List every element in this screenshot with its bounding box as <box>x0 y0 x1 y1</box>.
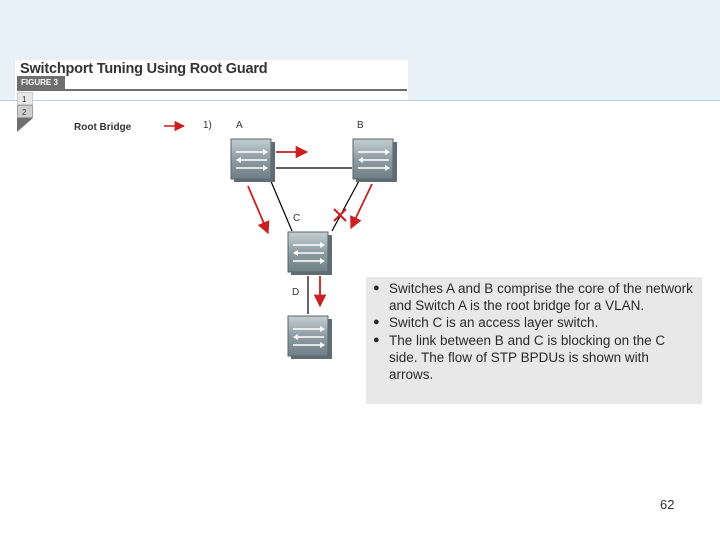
network-diagram: Root Bridge 1) A B C D <box>74 120 398 360</box>
switch-b-label: B <box>357 120 364 131</box>
switch-d-label: D <box>292 287 299 298</box>
switch-c-label: C <box>293 213 300 224</box>
note-item: ● The link between B and C is blocking on… <box>373 332 696 384</box>
switch-c-icon <box>287 231 333 276</box>
switch-a-label: A <box>236 120 243 131</box>
note-item: ● Switch C is an access layer switch. <box>373 314 696 331</box>
bullet-icon: ● <box>373 316 380 329</box>
blocked-port-x-icon <box>333 208 347 222</box>
switch-a-icon <box>230 138 276 183</box>
step-label: 1) <box>203 120 212 131</box>
link-a-c <box>269 178 293 232</box>
note-text: Switch C is an access layer switch. <box>389 315 599 331</box>
note-text: The link between B and C is blocking on … <box>389 332 666 383</box>
note-item: ● Switches A and B comprise the core of t… <box>373 280 696 314</box>
page-number: 62 <box>660 497 675 512</box>
switch-b-icon <box>352 138 398 183</box>
bullet-icon: ● <box>373 333 380 346</box>
bullet-icon: ● <box>373 282 380 294</box>
bpdu-arrow-a-to-c <box>247 185 270 235</box>
note-text: Switches A and B comprise the core of th… <box>389 281 693 314</box>
notes-box: ● Switches A and B comprise the core of t… <box>366 277 702 404</box>
switch-d-icon <box>287 315 333 360</box>
link-b-c <box>331 178 361 232</box>
root-bridge-label: Root Bridge <box>74 122 132 133</box>
